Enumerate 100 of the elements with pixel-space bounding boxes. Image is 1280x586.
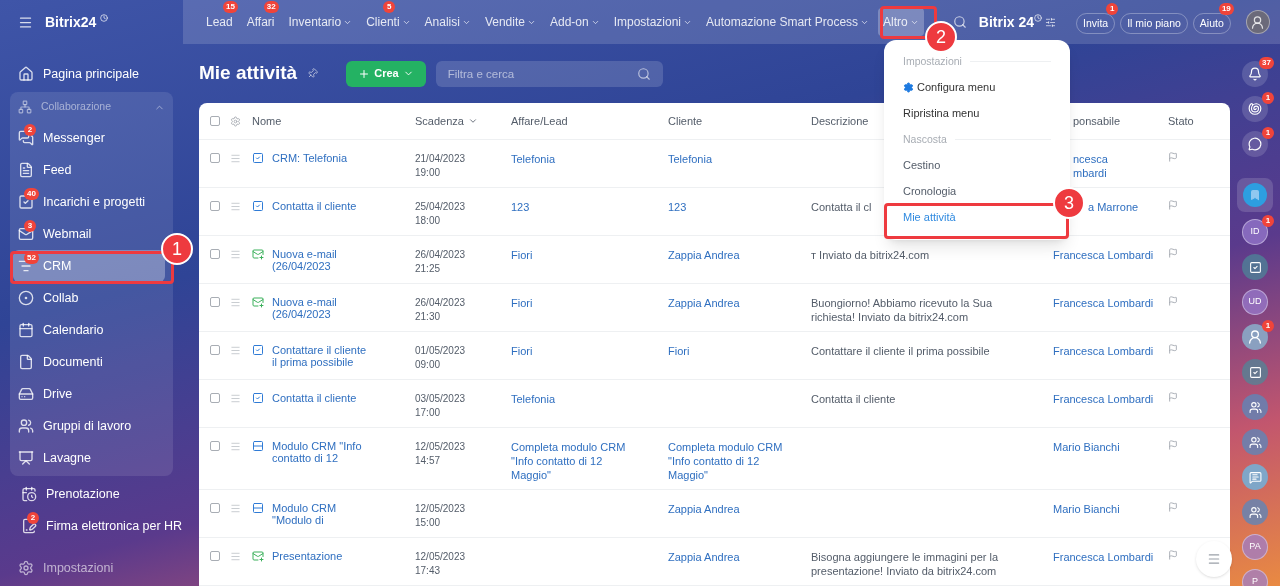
client-link[interactable]: Zappia Andrea [668,550,793,564]
column-header[interactable]: Nome [252,112,282,130]
settings-link[interactable]: Impostazioni [10,552,173,584]
checkbox[interactable] [210,153,220,163]
checkbox[interactable] [210,441,220,451]
nav-tab[interactable]: Vendite [479,8,541,36]
column-header[interactable]: Descrizione [811,112,869,130]
initials-avatar[interactable]: P [1242,569,1268,586]
deal-link[interactable]: Completa modulo CRM "Info contatto di 12 Maggio" [511,440,636,482]
person-link[interactable]: Mario Bianchi [1053,440,1120,454]
search-icon[interactable] [952,15,967,29]
column-header[interactable]: ponsabile [1073,112,1121,130]
checkbox[interactable] [210,116,220,126]
sidebar-item[interactable]: 2 Firma elettronica per HR [16,510,188,542]
activity-link[interactable]: Modulo CRM "Modulo di [272,502,370,526]
initials-avatar[interactable]: UD [1242,289,1268,315]
checkbox[interactable] [210,201,220,211]
person-link[interactable]: Mario Bianchi [1053,502,1120,516]
group-chat-button[interactable] [1242,394,1268,420]
nav-tab[interactable]: Inventario [283,8,358,36]
activity-link[interactable]: Nuova e-mail (26/04/2023 [272,248,370,272]
task-chat-button[interactable] [1242,359,1268,385]
sidebar-item[interactable]: Pagina principale [10,58,173,90]
menu-item[interactable]: Ripristina menu [903,107,980,119]
settings-icon[interactable] [230,115,241,127]
sidebar-item[interactable]: Drive [13,378,165,410]
spiral-button[interactable] [1242,96,1268,122]
group-header[interactable]: Collaborazione [10,92,173,122]
client-link[interactable]: 123 [668,200,793,214]
nav-tab[interactable]: Altro [878,8,924,36]
client-link[interactable]: Zappia Andrea [668,296,793,310]
sliders-icon[interactable] [1045,16,1057,28]
bookmark-button[interactable] [1237,178,1273,212]
checkbox[interactable] [210,249,220,259]
person-link[interactable]: a Marrone [1088,200,1139,214]
menu-item[interactable]: Configura menu [903,81,996,93]
checkbox[interactable] [210,345,220,355]
person-link[interactable]: mbardi [1073,166,1107,180]
activity-link[interactable]: CRM: Telefonia [272,152,347,164]
person-link[interactable]: Francesca Lombardi [1053,296,1154,310]
group-chat-button[interactable] [1242,429,1268,455]
drag-handle-icon[interactable] [230,345,241,356]
drag-handle-icon[interactable] [230,201,241,212]
activity-link[interactable]: Modulo CRM "Info contatto di 12 [272,440,370,464]
person-link[interactable]: ncesca [1073,152,1108,166]
task-chat-button[interactable] [1242,254,1268,280]
menu-icon[interactable] [18,14,33,30]
create-button[interactable]: Crea [346,60,426,87]
activity-link[interactable]: Nuova e-mail (26/04/2023 [272,296,370,320]
deal-link[interactable]: 123 [511,200,636,214]
checkbox[interactable] [210,503,220,513]
column-header[interactable]: Cliente [668,112,703,130]
person-link[interactable]: Francesca Lombardi [1053,550,1154,564]
deal-link[interactable]: Telefonia [511,392,636,406]
sidebar-item[interactable]: Feed [13,154,165,186]
activity-link[interactable]: Contattare il cliente il prima possibile [272,344,370,368]
user-avatar[interactable] [1242,324,1268,350]
sidebar-item[interactable]: Gruppi di lavoro [13,410,165,442]
nav-tab[interactable]: Impostazioni [608,8,698,36]
client-link[interactable]: Telefonia [668,152,793,166]
group-chat-button[interactable] [1242,499,1268,525]
drag-handle-icon[interactable] [230,551,241,562]
drag-handle-icon[interactable] [230,503,241,514]
sidebar-item[interactable]: 40 Incarichi e progetti [13,186,165,218]
deal-link[interactable]: Fiori [511,248,636,262]
nav-tab[interactable]: Analisi [419,8,476,36]
checkbox[interactable] [210,551,220,561]
sidebar-item[interactable]: Prenotazione [16,478,125,510]
sidebar-item[interactable]: Collab [13,282,165,314]
person-link[interactable]: Francesca Lombardi [1053,344,1154,358]
menu-item[interactable]: Cestino [903,159,941,171]
client-link[interactable]: Zappia Andrea [668,502,793,516]
activity-link[interactable]: Contatta il cliente [272,200,357,212]
sidebar-item[interactable]: 52 CRM [13,250,165,282]
sidebar-item[interactable]: Documenti [13,346,165,378]
menu-item[interactable]: Cronologia [903,185,957,197]
deal-link[interactable]: Fiori [511,296,636,310]
drag-handle-icon[interactable] [230,393,241,404]
checkbox[interactable] [210,393,220,403]
checkbox[interactable] [210,297,220,307]
deal-link[interactable]: Telefonia [511,152,636,166]
nav-tab[interactable]: Add-on [544,8,605,36]
sidebar-item[interactable]: Calendario [13,314,165,346]
drag-handle-icon[interactable] [230,297,241,308]
client-link[interactable]: Completa modulo CRM "Info contatto di 12 Maggio" [668,440,793,482]
initials-avatar[interactable]: PA [1242,534,1268,560]
drag-handle-icon[interactable] [230,153,241,164]
drag-handle-icon[interactable] [230,441,241,452]
person-link[interactable]: Francesca Lombardi [1053,248,1154,262]
client-link[interactable]: Zappia Andrea [668,248,793,262]
menu-item[interactable]: Mie attività [903,211,956,223]
column-header[interactable]: Scadenza [415,112,478,130]
client-link[interactable]: Fiori [668,344,793,358]
user-avatar[interactable] [1245,10,1270,34]
nav-tab[interactable]: Automazione Smart Process [701,8,875,36]
sort-icon[interactable] [467,116,478,126]
activity-link[interactable]: Presentazione [272,550,343,562]
column-header[interactable]: Affare/Lead [511,112,568,130]
sidebar-item[interactable]: 2 Messenger [13,122,165,154]
person-link[interactable]: Francesca Lombardi [1053,392,1154,406]
